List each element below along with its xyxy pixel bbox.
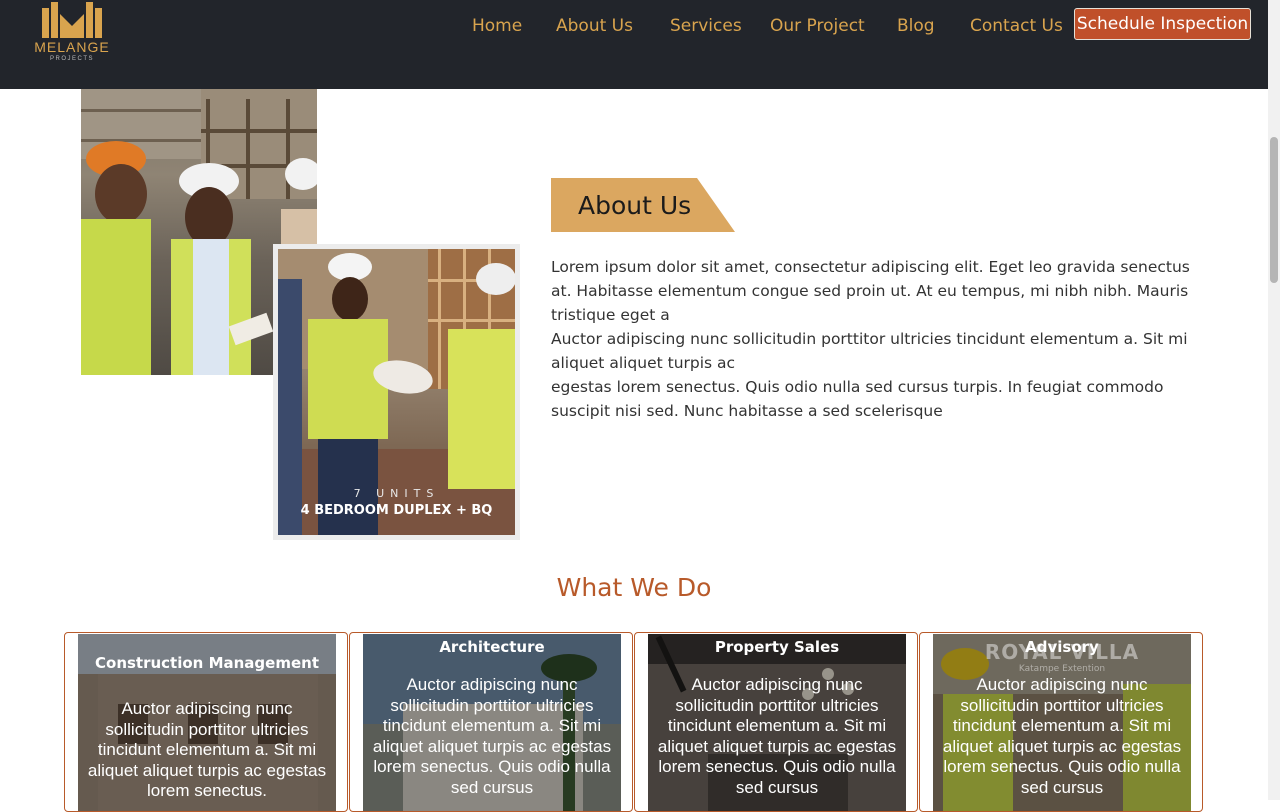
scrollbar-thumb[interactable] xyxy=(1270,137,1278,283)
service-card-construction-management[interactable]: Construction Management Auctor adipiscin… xyxy=(64,632,348,812)
service-card-text: Auctor adipiscing nunc sollicitudin port… xyxy=(657,675,897,797)
photo-units-caption: 7 UNITS xyxy=(353,487,440,500)
about-us-text: Lorem ipsum dolor sit amet, consectetur … xyxy=(551,255,1201,423)
service-card-architecture[interactable]: Architecture Auctor adipiscing nunc soll… xyxy=(349,632,633,812)
about-paragraph: egestas lorem senectus. Quis odio nulla … xyxy=(551,378,1164,420)
service-card-text: Auctor adipiscing nunc sollicitudin port… xyxy=(87,699,327,801)
service-card-title: Advisory xyxy=(1025,638,1099,656)
service-card-text: Auctor adipiscing nunc sollicitudin port… xyxy=(942,675,1182,797)
about-us-heading: About Us xyxy=(578,191,692,220)
project-photo-card: 7 UNITS 4 BEDROOM DUPLEX + BQ xyxy=(273,244,520,540)
about-paragraph: Lorem ipsum dolor sit amet, consectetur … xyxy=(551,258,1190,324)
nav-our-project[interactable]: Our Project xyxy=(770,16,865,36)
service-card-image: Property Sales Auctor adipiscing nunc so… xyxy=(648,634,906,811)
service-card-title: Architecture xyxy=(439,638,545,656)
nav-blog[interactable]: Blog xyxy=(897,16,935,36)
service-card-image: ROYAL VILLA Katampe Extention Advisory A… xyxy=(933,634,1191,811)
what-we-do-heading: What We Do xyxy=(556,573,712,602)
site-header: MELANGE PROJECTS Home About Us Services … xyxy=(0,0,1268,89)
page-scrollbar[interactable] xyxy=(1268,0,1280,800)
brand-name: MELANGE xyxy=(34,39,110,55)
service-card-title: Construction Management xyxy=(95,654,319,672)
service-card-advisory[interactable]: ROYAL VILLA Katampe Extention Advisory A… xyxy=(919,632,1203,812)
service-card-image: Architecture Auctor adipiscing nunc soll… xyxy=(363,634,621,811)
photo-main-caption: 4 BEDROOM DUPLEX + BQ xyxy=(300,503,493,518)
service-card-property-sales[interactable]: Property Sales Auctor adipiscing nunc so… xyxy=(634,632,918,812)
nav-about-us[interactable]: About Us xyxy=(556,16,633,36)
brand-subtitle: PROJECTS xyxy=(49,56,94,62)
service-card-image: Construction Management Auctor adipiscin… xyxy=(78,634,336,811)
site-inspection-photo: 7 UNITS 4 BEDROOM DUPLEX + BQ xyxy=(278,249,515,535)
royal-villa-watermark-sub: Katampe Extention xyxy=(1018,664,1106,674)
schedule-inspection-button[interactable]: Schedule Inspection xyxy=(1074,8,1251,40)
service-card-title: Property Sales xyxy=(714,638,840,656)
nav-services[interactable]: Services xyxy=(670,16,742,36)
nav-home[interactable]: Home xyxy=(472,16,522,36)
nav-contact-us[interactable]: Contact Us xyxy=(970,16,1063,36)
service-card-text: Auctor adipiscing nunc sollicitudin port… xyxy=(372,675,612,797)
about-paragraph: Auctor adipiscing nunc sollicitudin port… xyxy=(551,330,1188,372)
